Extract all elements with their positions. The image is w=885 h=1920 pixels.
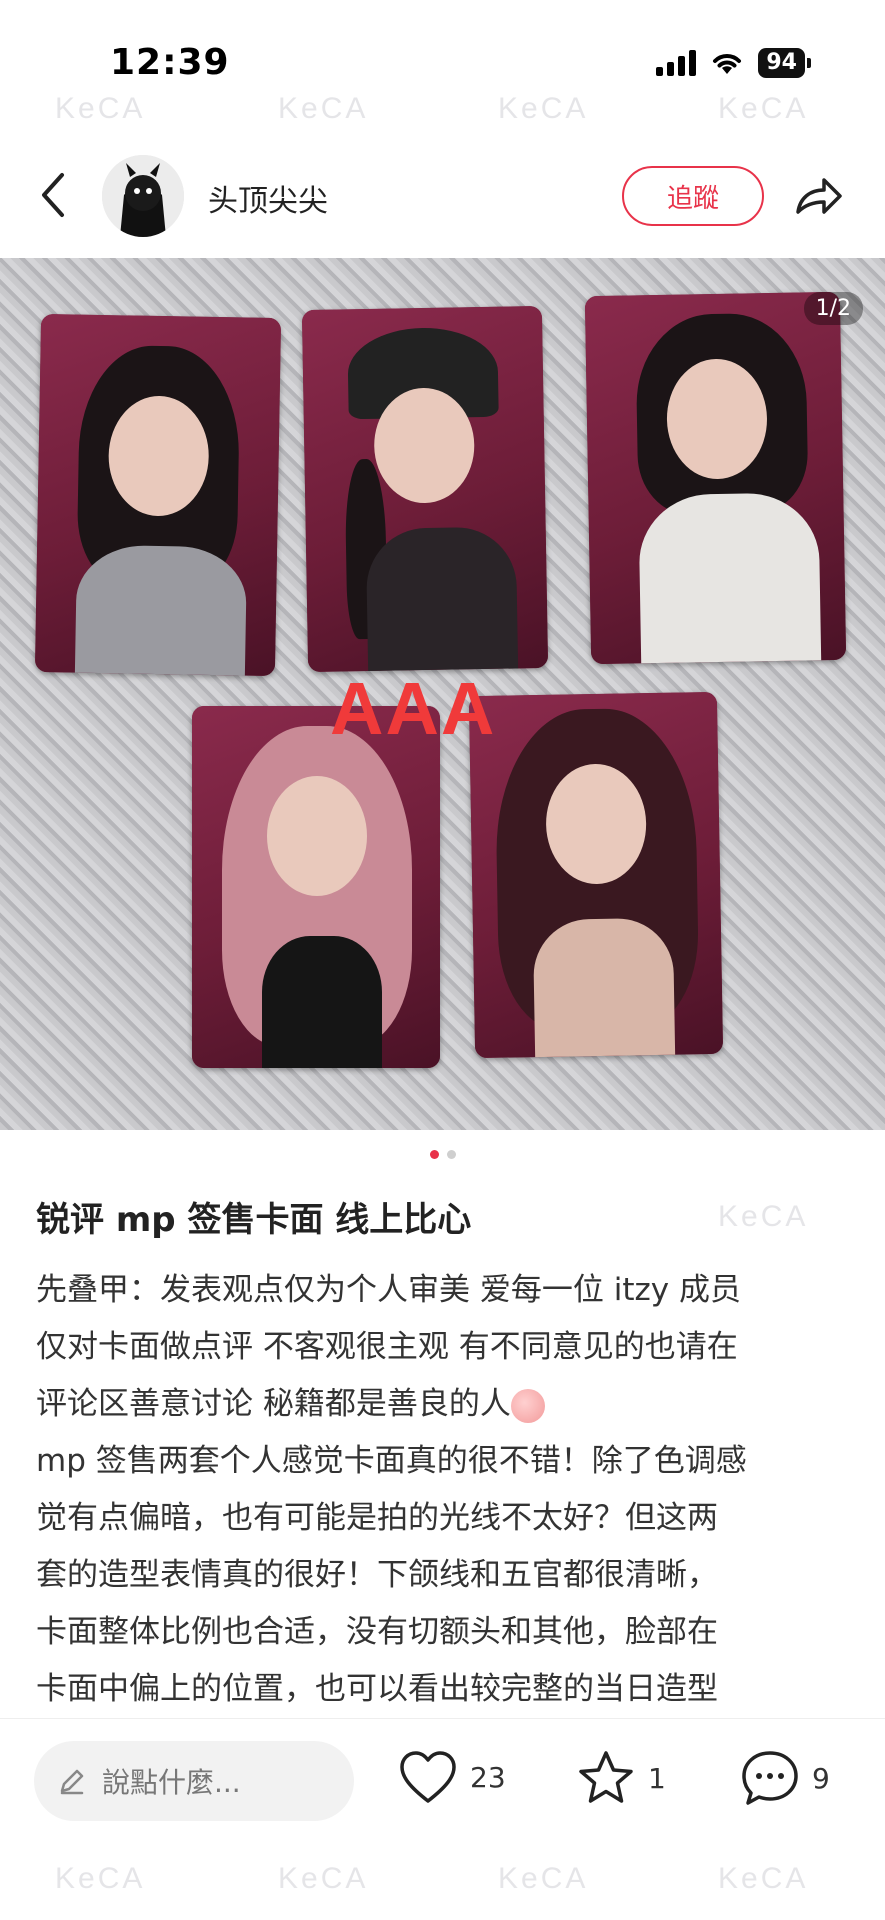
post-image[interactable]: AAA 1/2 xyxy=(0,258,885,1130)
post-title: 锐评 mp 签售卡面 线上比心 xyxy=(36,1200,472,1240)
page-indicator: 1/2 xyxy=(803,292,863,325)
status-time: 12:39 xyxy=(110,42,230,83)
status-bar: 12:39 94 xyxy=(0,0,885,120)
body-line: 卡面中偏上的位置，也可以看出较完整的当日造型 xyxy=(36,1671,718,1707)
comment-button[interactable]: 9 xyxy=(740,1749,830,1807)
body-line: 觉有点偏暗，也有可能是拍的光线不太好？但这两 xyxy=(36,1500,718,1536)
battery-indicator: 94 xyxy=(758,48,811,78)
status-icons: 94 xyxy=(656,48,811,78)
photocard-1 xyxy=(34,313,282,677)
wifi-icon xyxy=(713,54,742,74)
favorite-count: 1 xyxy=(648,1761,666,1795)
comment-bubble-icon xyxy=(742,1751,798,1805)
favorite-button[interactable]: 1 xyxy=(576,1749,666,1807)
photocard-3 xyxy=(584,291,847,665)
follow-button[interactable]: 追蹤 xyxy=(622,166,764,226)
photocard-5 xyxy=(468,691,724,1059)
back-icon[interactable] xyxy=(30,165,80,225)
like-count: 23 xyxy=(470,1760,506,1794)
comment-count: 9 xyxy=(812,1761,830,1795)
comment-placeholder: 說點什麼... xyxy=(102,1766,241,1799)
like-button[interactable]: 23 xyxy=(398,1749,506,1805)
pencil-icon xyxy=(60,1769,84,1795)
body-line: 仅对卡面做点评 不客观很主观 有不同意见的也请在 xyxy=(36,1329,738,1365)
carousel-dot-1[interactable] xyxy=(429,1150,439,1159)
post-header: 头顶尖尖 追蹤 xyxy=(0,140,885,250)
heart-icon xyxy=(400,1751,456,1803)
comment-input[interactable]: 說點什麼... xyxy=(34,1741,354,1821)
share-icon[interactable] xyxy=(790,168,846,224)
author-name[interactable]: 头顶尖尖 xyxy=(208,176,328,220)
post-body: 先叠甲：发表观点仅为个人审美 爱每一位 itzy 成员 仅对卡面做点评 不客观很… xyxy=(36,1262,866,1717)
carousel-dots xyxy=(0,1150,885,1159)
overlay-label: AAA xyxy=(330,667,497,750)
carousel-dot-2[interactable] xyxy=(446,1150,456,1159)
star-icon xyxy=(579,1751,633,1803)
photocard-2 xyxy=(301,305,549,673)
author-avatar[interactable] xyxy=(102,155,184,237)
body-line: 先叠甲：发表观点仅为个人审美 爱每一位 itzy 成员 xyxy=(36,1272,741,1308)
emoji-icon xyxy=(510,1388,545,1423)
bottom-action-bar: 說點什麼... 23 1 9 xyxy=(0,1718,885,1920)
body-line: 卡面整体比例也合适，没有切额头和其他，脸部在 xyxy=(36,1614,718,1650)
body-line: 套的造型表情真的很好！下颌线和五官都很清晰， xyxy=(36,1557,718,1593)
cellular-signal-icon xyxy=(656,50,697,76)
photocard-4 xyxy=(192,706,440,1068)
body-line: 评论区善意讨论 秘籍都是善良的人 xyxy=(36,1376,866,1433)
body-line: mp 签售两套个人感觉卡面真的很不错！除了色调感 xyxy=(36,1443,747,1479)
